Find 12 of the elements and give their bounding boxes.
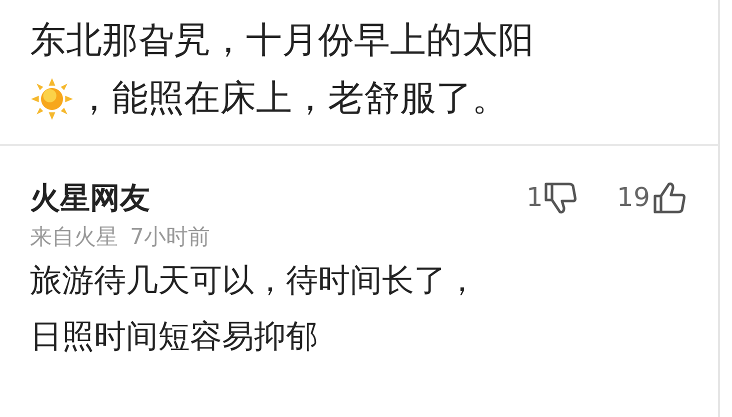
comment-text: 东北那旮旯，十月份早上的太阳 [30, 19, 535, 63]
comment-text: 日照时间短容易抑郁 [30, 316, 319, 357]
dislike-count: 1 [526, 183, 543, 213]
thumbs-down-icon[interactable] [542, 180, 579, 216]
time-label: 7小时前 [130, 224, 210, 252]
comment-text: 旅游待几天可以，待时间长了， [30, 260, 479, 301]
thumbs-up-icon[interactable] [652, 180, 688, 216]
sun-icon [30, 77, 74, 121]
comment-text: ，能照在床上，老舒服了。 [76, 77, 508, 121]
like-count: 19 [616, 183, 650, 213]
username[interactable]: 火星网友 [30, 178, 150, 218]
location-label: 来自火星 [30, 224, 118, 252]
